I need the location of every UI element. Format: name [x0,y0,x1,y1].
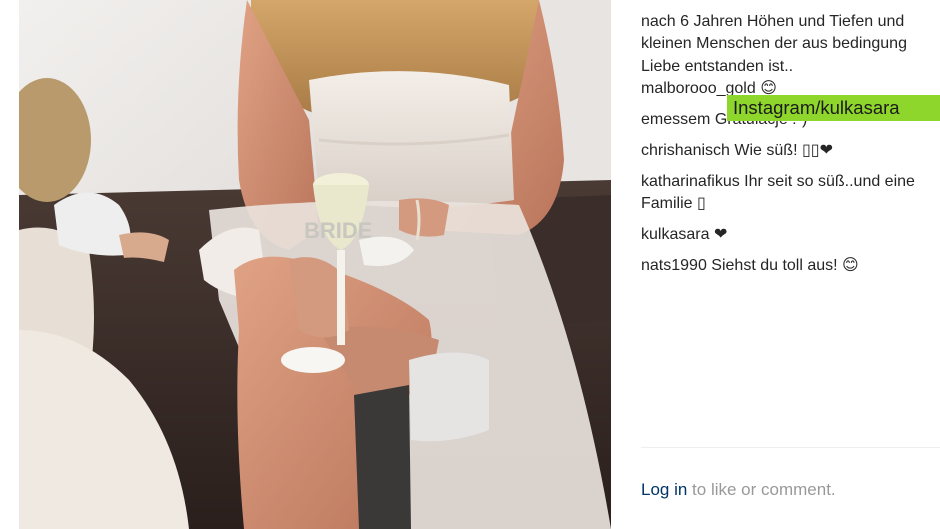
post-photo[interactable]: BRIDE [19,0,611,529]
comment-text: ❤ [713,226,728,243]
caption-line: nach 6 Jahren Höhen und Tiefen und [641,12,905,30]
comment-username[interactable]: emessem [641,111,710,128]
footer-divider [641,447,940,448]
comment-item: chrishanisch Wie süß! ▯▯❤ [641,140,940,162]
photo-illustration: BRIDE [19,0,611,529]
comment-text: Siehst du toll aus! 😊 [711,257,859,274]
login-prompt: Log in to like or comment. [641,478,836,502]
comment-username[interactable]: nats1990 [641,257,707,274]
comment-username[interactable]: katharinafikus [641,173,740,190]
source-watermark: Instagram/kulkasara [727,95,940,121]
comment-username[interactable]: chrishanisch [641,142,730,159]
comment-username[interactable]: kulkasara [641,226,709,243]
comment-item: kulkasara ❤ [641,224,940,246]
post-sidebar: nach 6 Jahren Höhen und Tiefen und klein… [611,0,940,529]
comment-text: Wie süß! ▯▯❤ [734,142,833,159]
left-margin [0,0,19,529]
post-caption: nach 6 Jahren Höhen und Tiefen und klein… [641,0,940,78]
caption-line: kleinen Menschen der aus bedingung [641,35,907,52]
login-link[interactable]: Log in [641,480,687,499]
login-prompt-text: to like or comment. [687,480,836,499]
caption-line: Liebe entstanden ist.. [641,57,794,75]
comment-item: katharinafikus Ihr seit so süß..und eine… [641,171,940,215]
caption-line [641,0,940,11]
comment-item: nats1990 Siehst du toll aus! 😊 [641,255,940,277]
